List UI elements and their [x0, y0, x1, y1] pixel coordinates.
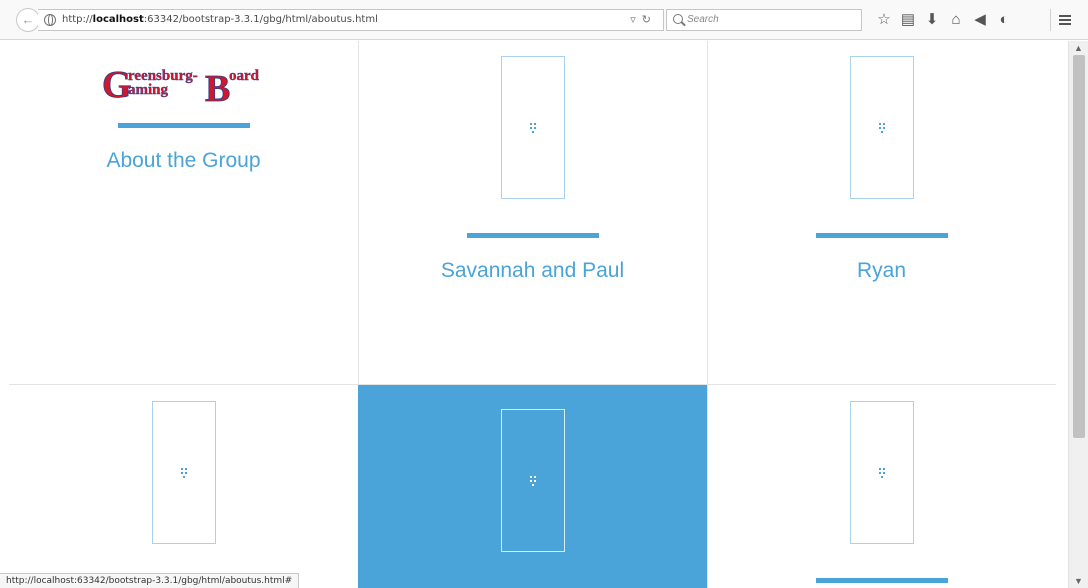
member-photo: [850, 401, 914, 544]
member-card-active[interactable]: [358, 385, 707, 588]
url-bar-icons: ▿↻: [630, 13, 657, 26]
broken-image-icon: [530, 123, 538, 133]
member-photo: [501, 56, 565, 199]
name-underline: [467, 233, 599, 238]
member-card[interactable]: Ryan: [707, 41, 1056, 385]
gbg-logo: G reensburg- aming B oard: [102, 64, 260, 103]
vertical-scrollbar[interactable]: ▲ ▼: [1068, 41, 1088, 588]
url-path: :63342/bootstrap-3.3.1/gbg/html/aboutus.…: [143, 14, 378, 25]
broken-image-icon: [181, 468, 189, 478]
about-heading: About the Group: [106, 149, 261, 172]
member-photo: [850, 56, 914, 199]
member-name: Savannah and Paul: [440, 259, 625, 282]
home-icon[interactable]: ⌂: [944, 10, 968, 30]
status-bar-url: http://localhost:63342/bootstrap-3.3.1/g…: [0, 573, 300, 588]
download-icon[interactable]: ⬇: [920, 10, 944, 30]
logo-initial-b: B: [205, 68, 230, 103]
toolbar-icons: ☆ ▤ ⬇ ⌂ ◀ ◐: [872, 10, 1016, 30]
globe-icon: [44, 14, 56, 26]
member-card[interactable]: [707, 385, 1056, 588]
member-name: Ryan: [856, 259, 907, 282]
search-bar[interactable]: Search: [666, 9, 862, 31]
url-text: http://localhost:63342/bootstrap-3.3.1/g…: [62, 14, 378, 25]
back-button[interactable]: ←: [16, 8, 40, 32]
about-cell: G reensburg- aming B oard About the Grou…: [9, 41, 358, 385]
browser-toolbar: ← http://localhost:63342/bootstrap-3.3.1…: [0, 0, 1088, 40]
member-photo: [152, 401, 216, 544]
broken-image-icon: [530, 476, 538, 486]
star-icon[interactable]: ☆: [872, 10, 896, 30]
member-photo: [501, 409, 565, 552]
reading-list-icon[interactable]: ▤: [896, 10, 920, 30]
broken-image-icon: [879, 123, 887, 133]
broken-image-icon: [879, 468, 887, 478]
dropdown-icon[interactable]: ▿: [630, 13, 642, 26]
scroll-thumb[interactable]: [1073, 55, 1085, 438]
heading-underline: [118, 123, 250, 128]
logo-text-word2: oard: [229, 68, 260, 84]
name-underline: [816, 233, 948, 238]
scroll-up-icon[interactable]: ▲: [1074, 43, 1083, 53]
search-placeholder: Search: [687, 14, 719, 25]
hamburger-menu-icon[interactable]: [1050, 9, 1072, 31]
name-underline: [816, 578, 948, 583]
url-bar[interactable]: http://localhost:63342/bootstrap-3.3.1/g…: [38, 9, 664, 31]
url-host: localhost: [92, 14, 144, 25]
url-scheme: http://: [62, 14, 93, 25]
reload-icon[interactable]: ↻: [642, 13, 657, 26]
send-icon[interactable]: ◀: [968, 10, 992, 30]
member-card[interactable]: [9, 385, 358, 588]
pocket-icon[interactable]: ◐: [992, 10, 1016, 30]
member-card[interactable]: Savannah and Paul: [358, 41, 707, 385]
search-icon: [673, 14, 683, 24]
page-content: G reensburg- aming B oard About the Grou…: [0, 41, 1068, 588]
logo-text-line2: aming: [128, 82, 169, 98]
scroll-down-icon[interactable]: ▼: [1074, 576, 1083, 586]
